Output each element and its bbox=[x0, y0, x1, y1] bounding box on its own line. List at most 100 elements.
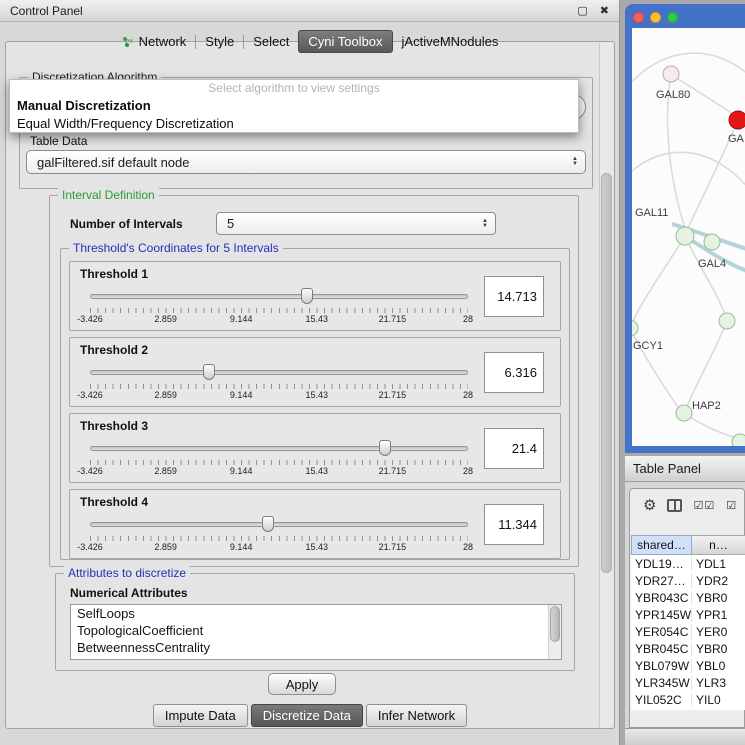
thresholds-group-legend: Threshold's Coordinates for 5 Intervals bbox=[69, 241, 283, 255]
table-row[interactable]: YER054C YER0 bbox=[631, 623, 745, 640]
threshold-3-value-field[interactable]: 21.4 bbox=[484, 428, 544, 469]
network-node[interactable] bbox=[632, 320, 638, 336]
threshold-2-label: Threshold 2 bbox=[80, 343, 148, 357]
network-edges bbox=[632, 53, 745, 440]
combo-stepper-icon: ▲▼ bbox=[482, 219, 488, 229]
slider-tick-marks bbox=[90, 536, 468, 541]
column-header-name[interactable]: n… bbox=[692, 535, 745, 555]
node-label: GA bbox=[728, 133, 745, 145]
slider-tick-marks bbox=[90, 384, 468, 389]
checkbox-icon[interactable]: ☑ bbox=[726, 499, 737, 512]
threshold-1-value-field[interactable]: 14.713 bbox=[484, 276, 544, 317]
network-node[interactable] bbox=[676, 405, 692, 421]
combo-stepper-icon: ▲▼ bbox=[572, 157, 578, 167]
threshold-3-group: Threshold 3 -3.426 2.859 9.144 15.43 21.… bbox=[69, 413, 561, 483]
columns-icon[interactable] bbox=[667, 499, 682, 512]
table-data-combobox[interactable]: galFiltered.sif default node ▲▼ bbox=[26, 150, 586, 174]
dropdown-option-manual[interactable]: Manual Discretization bbox=[10, 97, 578, 115]
table-row[interactable]: YBL079W YBL0 bbox=[631, 657, 745, 674]
node-label: GAL80 bbox=[656, 89, 690, 101]
slider-thumb[interactable] bbox=[379, 440, 391, 456]
table-row[interactable]: YDL19… YDL1 bbox=[631, 555, 745, 572]
table-row[interactable]: YLR345W YLR3 bbox=[631, 674, 745, 691]
table-row[interactable]: YBR043C YBR0 bbox=[631, 589, 745, 606]
list-item[interactable]: TopologicalCoefficient bbox=[71, 622, 561, 639]
attributes-group: Attributes to discretize Numerical Attri… bbox=[55, 573, 575, 671]
slider-thumb[interactable] bbox=[203, 364, 215, 380]
tab-infer-network[interactable]: Infer Network bbox=[366, 704, 467, 727]
close-traffic-light[interactable] bbox=[633, 12, 644, 23]
network-node[interactable] bbox=[732, 434, 745, 446]
close-icon[interactable]: ✖ bbox=[600, 4, 609, 17]
table-toolbar: ⚙ ☑☑ ☑ bbox=[630, 491, 744, 519]
minimize-traffic-light[interactable] bbox=[650, 12, 661, 23]
threshold-2-slider[interactable] bbox=[90, 364, 468, 381]
scrollbar-thumb[interactable] bbox=[601, 173, 612, 573]
tab-select[interactable]: Select bbox=[244, 30, 298, 53]
control-panel-window: Control Panel ▢ ✖ Discretization Algorit… bbox=[0, 0, 620, 745]
threshold-1-label: Threshold 1 bbox=[80, 267, 148, 281]
slider-scale: -3.426 2.859 9.144 15.43 21.715 28 bbox=[90, 390, 468, 402]
table-column-headers: shared… n… bbox=[631, 535, 745, 555]
panel-scrollbar[interactable] bbox=[599, 43, 613, 727]
number-of-intervals-value: 5 bbox=[227, 216, 234, 231]
network-node[interactable] bbox=[704, 234, 720, 250]
threshold-4-group: Threshold 4 -3.426 2.859 9.144 15.43 21.… bbox=[69, 489, 561, 559]
slider-track[interactable] bbox=[90, 446, 468, 451]
node-label: GCY1 bbox=[633, 340, 663, 352]
app-screen: Control Panel ▢ ✖ Discretization Algorit… bbox=[0, 0, 745, 745]
network-node[interactable] bbox=[663, 66, 679, 82]
slider-track[interactable] bbox=[90, 294, 468, 299]
list-scrollbar[interactable] bbox=[548, 605, 561, 659]
node-table-window: ⚙ ☑☑ ☑ shared… n… YDL19… YDL1 YDR27… YDR… bbox=[629, 488, 745, 728]
list-item[interactable]: SelfLoops bbox=[71, 605, 561, 622]
threshold-2-group: Threshold 2 -3.426 2.859 9.144 15.43 21.… bbox=[69, 337, 561, 407]
slider-thumb[interactable] bbox=[262, 516, 274, 532]
tab-cyni-toolbox[interactable]: Cyni Toolbox bbox=[298, 30, 392, 53]
threshold-2-value-field[interactable]: 6.316 bbox=[484, 352, 544, 393]
list-item[interactable]: BetweennessCentrality bbox=[71, 639, 561, 656]
number-of-intervals-combobox[interactable]: 5 ▲▼ bbox=[216, 212, 496, 235]
tab-jactivemnodules[interactable]: jActiveMNodules bbox=[393, 30, 508, 53]
table-data-label: Table Data bbox=[30, 134, 87, 148]
slider-thumb[interactable] bbox=[301, 288, 313, 304]
selected-red-node[interactable] bbox=[729, 111, 745, 129]
thresholds-group: Threshold's Coordinates for 5 Intervals … bbox=[60, 248, 570, 560]
threshold-3-label: Threshold 3 bbox=[80, 419, 148, 433]
slider-scale: -3.426 2.859 9.144 15.43 21.715 28 bbox=[90, 542, 468, 554]
column-header-shared-name[interactable]: shared… bbox=[631, 535, 692, 555]
threshold-3-slider[interactable] bbox=[90, 440, 468, 457]
float-window-icon[interactable]: ▢ bbox=[577, 4, 587, 17]
interval-definition-group: Interval Definition Number of Intervals … bbox=[49, 195, 579, 567]
tab-discretize-data[interactable]: Discretize Data bbox=[251, 704, 363, 727]
tab-style[interactable]: Style bbox=[196, 30, 243, 53]
dropdown-option-equal-width[interactable]: Equal Width/Frequency Discretization bbox=[10, 115, 578, 133]
tab-network[interactable]: Network bbox=[113, 30, 196, 53]
scrollbar-thumb[interactable] bbox=[550, 606, 560, 642]
dropdown-placeholder-item[interactable]: Select algorithm to view settings bbox=[10, 80, 578, 97]
numerical-attributes-list[interactable]: SelfLoops TopologicalCoefficient Between… bbox=[70, 604, 562, 660]
table-data-value: galFiltered.sif default node bbox=[37, 155, 189, 170]
select-columns-icon[interactable]: ☑☑ bbox=[693, 499, 715, 512]
table-row[interactable]: YIL052C YIL0 bbox=[631, 691, 745, 708]
table-rows: YDL19… YDL1 YDR27… YDR2 YBR043C YBR0 YPR… bbox=[631, 555, 745, 710]
threshold-4-value-field[interactable]: 11.344 bbox=[484, 504, 544, 545]
table-row[interactable]: YDR27… YDR2 bbox=[631, 572, 745, 589]
number-of-intervals-label: Number of Intervals bbox=[70, 217, 183, 231]
network-node[interactable] bbox=[719, 313, 735, 329]
slider-scale: -3.426 2.859 9.144 15.43 21.715 28 bbox=[90, 314, 468, 326]
threshold-1-slider[interactable] bbox=[90, 288, 468, 305]
tab-impute-data[interactable]: Impute Data bbox=[153, 704, 248, 727]
zoom-traffic-light[interactable] bbox=[667, 12, 678, 23]
table-row[interactable]: YBR045C YBR0 bbox=[631, 640, 745, 657]
threshold-4-slider[interactable] bbox=[90, 516, 468, 533]
network-node[interactable] bbox=[676, 227, 694, 245]
slider-track[interactable] bbox=[90, 370, 468, 375]
interval-definition-legend: Interval Definition bbox=[58, 188, 159, 202]
threshold-4-label: Threshold 4 bbox=[80, 495, 148, 509]
slider-track[interactable] bbox=[90, 522, 468, 527]
apply-button[interactable]: Apply bbox=[268, 673, 336, 695]
gear-icon[interactable]: ⚙ bbox=[643, 496, 656, 514]
table-row[interactable]: YPR145W YPR1 bbox=[631, 606, 745, 623]
network-canvas[interactable]: GAL80 GA GAL11 GAL4 GCY1 HAP2 bbox=[632, 28, 745, 446]
